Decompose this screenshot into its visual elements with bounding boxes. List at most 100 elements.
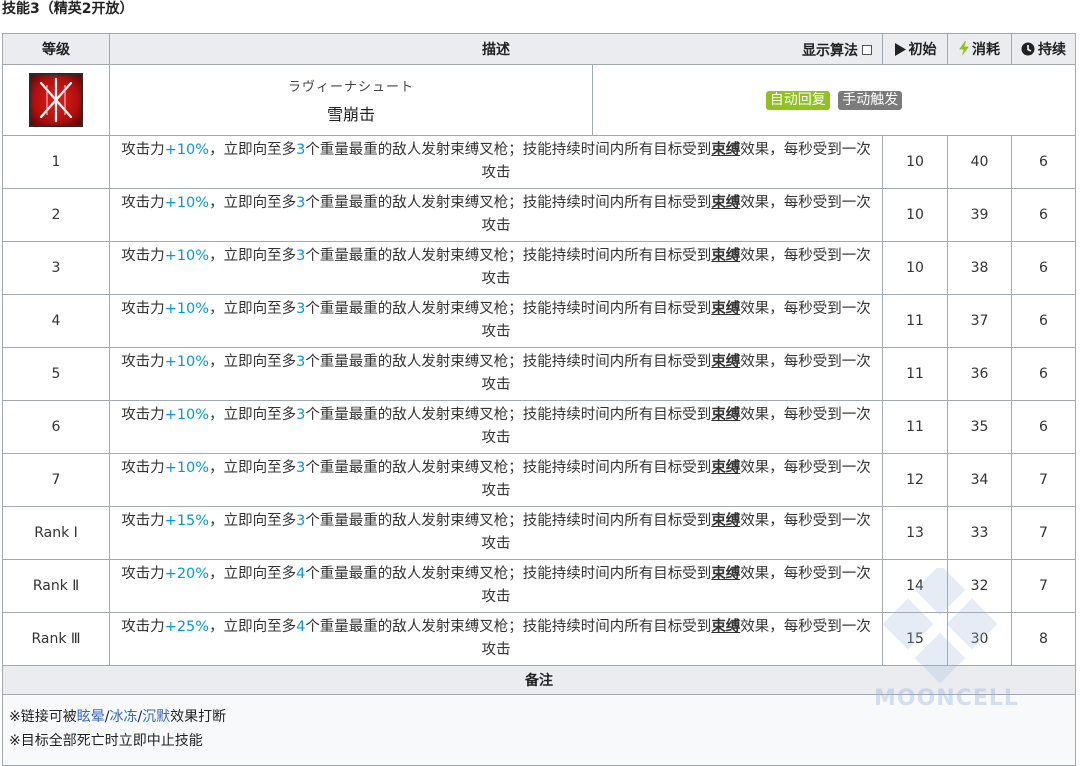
desc-atk-label: 攻击力 [121,513,165,529]
duration-cell: 8 [1011,612,1076,666]
cost-sp-cell: 38 [947,241,1012,295]
desc-text-a: ，立即向至多 [209,301,297,317]
desc-atk-value: +15% [164,513,210,529]
cost-sp-cell: 40 [947,135,1012,189]
desc-atk-value: +10% [164,460,210,476]
desc-target-count: 3 [296,195,306,211]
desc-atk-label: 攻击力 [121,248,165,264]
show-algorithm-label: 显示算法 [802,43,858,59]
tag-auto-recovery: 自动回复 [765,90,830,110]
desc-text-b: 个重量最重的敌人发射束缚叉枪；技能持续时间内所有目标受到 [305,407,712,423]
desc-text-b: 个重量最重的敌人发射束缚叉枪；技能持续时间内所有目标受到 [305,354,712,370]
duration-cell: 6 [1011,241,1076,295]
mooncell-watermark-text: MOONCELL [874,686,1019,711]
show-algorithm-toggle[interactable]: 显示算法 [802,40,872,60]
desc-keyword-bind: 束缚 [711,566,741,582]
desc-keyword-bind: 束缚 [711,354,741,370]
cost-sp-cell: 33 [947,506,1012,560]
cost-sp-cell: 30 [947,612,1012,666]
cost-sp-cell: 36 [947,347,1012,401]
remark-line-2: ※目标全部死亡时立即中止技能 [9,733,203,749]
link-freeze[interactable]: 冰冻 [109,709,137,725]
init-sp-cell: 10 [882,188,948,242]
link-stun[interactable]: 眩晕 [77,709,105,725]
desc-atk-label: 攻击力 [121,566,165,582]
cost-sp-cell: 35 [947,400,1012,454]
level-row: 1 攻击力+10%，立即向至多3个重量最重的敌人发射束缚叉枪；技能持续时间内所有目… [2,135,1076,189]
desc-atk-label: 攻击力 [121,354,165,370]
skill-table: ラヴィーナシュート 雪崩击 自动回复 手动触发 等级 描述 显示算法 初始 消耗… [2,33,1076,766]
level-cell: 4 [2,294,110,348]
description-cell: 攻击力+10%，立即向至多3个重量最重的敌人发射束缚叉枪；技能持续时间内所有目标… [109,453,883,507]
skill-icon-cell [2,64,110,136]
desc-atk-value: +10% [164,195,210,211]
play-icon [894,43,906,56]
desc-text-b: 个重量最重的敌人发射束缚叉枪；技能持续时间内所有目标受到 [305,248,712,264]
col-level: 等级 [2,33,110,65]
duration-cell: 6 [1011,294,1076,348]
desc-target-count: 3 [296,248,306,264]
level-cell: Rank Ⅱ [2,559,110,613]
init-sp-cell: 10 [882,241,948,295]
cost-sp-cell: 39 [947,188,1012,242]
clock-icon [1021,42,1035,56]
link-silence[interactable]: 沉默 [142,709,170,725]
level-cell: 6 [2,400,110,454]
desc-atk-label: 攻击力 [121,195,165,211]
level-row: 3 攻击力+10%，立即向至多3个重量最重的敌人发射束缚叉枪；技能持续时间内所有目… [2,241,1076,295]
desc-keyword-bind: 束缚 [711,513,741,529]
desc-text-a: ，立即向至多 [209,142,297,158]
desc-text-b: 个重量最重的敌人发射束缚叉枪；技能持续时间内所有目标受到 [305,301,712,317]
skill-name-cn: 雪崩击 [326,104,375,124]
desc-atk-label: 攻击力 [121,460,165,476]
desc-text-b: 个重量最重的敌人发射束缚叉枪；技能持续时间内所有目标受到 [305,566,712,582]
cost-sp-cell: 32 [947,559,1012,613]
init-sp-cell: 14 [882,559,948,613]
desc-target-count: 4 [296,619,306,635]
skill-name-jp: ラヴィーナシュート [287,79,414,95]
level-cell: Rank Ⅲ [2,612,110,666]
init-sp-cell: 15 [882,612,948,666]
desc-text-b: 个重量最重的敌人发射束缚叉枪；技能持续时间内所有目标受到 [305,619,712,635]
desc-atk-label: 攻击力 [121,142,165,158]
desc-atk-value: +10% [164,301,210,317]
col-cost-label: 消耗 [972,42,1000,58]
col-cost: 消耗 [947,33,1012,65]
desc-target-count: 3 [296,407,306,423]
init-sp-cell: 13 [882,506,948,560]
skill-icon [29,73,83,127]
duration-cell: 7 [1011,506,1076,560]
skill-tags-cell: 自动回复 手动触发 [592,64,1076,136]
remark-suffix: 效果打断 [170,709,227,725]
desc-atk-label: 攻击力 [121,407,165,423]
desc-text-a: ，立即向至多 [209,460,297,476]
level-row: 2 攻击力+10%，立即向至多3个重量最重的敌人发射束缚叉枪；技能持续时间内所有目… [2,188,1076,242]
desc-text-a: ，立即向至多 [209,195,297,211]
duration-cell: 7 [1011,453,1076,507]
desc-atk-value: +10% [164,142,210,158]
level-cell: 3 [2,241,110,295]
desc-keyword-bind: 束缚 [711,301,741,317]
tag-manual-trigger: 手动触发 [838,90,903,110]
desc-atk-value: +10% [164,354,210,370]
desc-text-a: ，立即向至多 [209,566,297,582]
desc-target-count: 3 [296,142,306,158]
level-cell: 1 [2,135,110,189]
cost-sp-cell: 37 [947,294,1012,348]
description-cell: 攻击力+15%，立即向至多3个重量最重的敌人发射束缚叉枪；技能持续时间内所有目标… [109,506,883,560]
desc-target-count: 3 [296,460,306,476]
desc-keyword-bind: 束缚 [711,619,741,635]
init-sp-cell: 10 [882,135,948,189]
desc-text-b: 个重量最重的敌人发射束缚叉枪；技能持续时间内所有目标受到 [305,460,712,476]
duration-cell: 7 [1011,559,1076,613]
level-row: 5 攻击力+10%，立即向至多3个重量最重的敌人发射束缚叉枪；技能持续时间内所有目… [2,347,1076,401]
cost-sp-cell: 34 [947,453,1012,507]
show-algorithm-checkbox[interactable] [862,45,872,55]
levels-body: 1 攻击力+10%，立即向至多3个重量最重的敌人发射束缚叉枪；技能持续时间内所有目… [2,135,1076,666]
desc-target-count: 3 [296,513,306,529]
description-cell: 攻击力+10%，立即向至多3个重量最重的敌人发射束缚叉枪；技能持续时间内所有目标… [109,294,883,348]
description-cell: 攻击力+10%，立即向至多3个重量最重的敌人发射束缚叉枪；技能持续时间内所有目标… [109,400,883,454]
desc-keyword-bind: 束缚 [711,142,741,158]
desc-text-b: 个重量最重的敌人发射束缚叉枪；技能持续时间内所有目标受到 [305,195,712,211]
desc-text-a: ，立即向至多 [209,354,297,370]
